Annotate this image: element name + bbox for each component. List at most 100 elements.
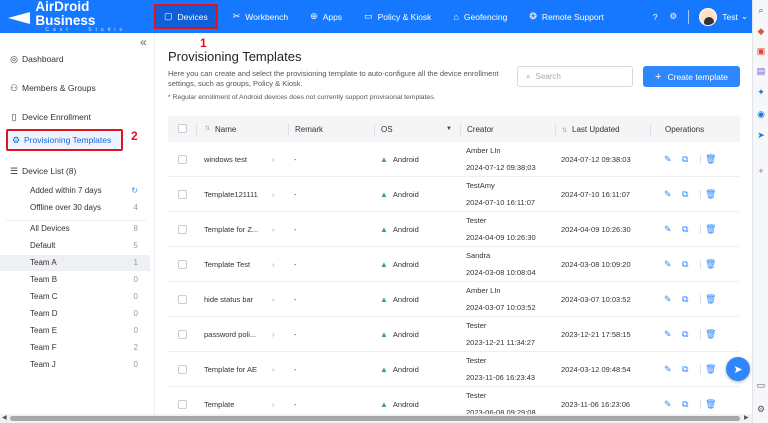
group-all-devices[interactable]: All Devices 8 [0, 221, 150, 237]
delete-icon[interactable]: 🗑 [705, 224, 723, 235]
chevron-down-icon[interactable]: ⌄ [741, 11, 748, 22]
row-checkbox[interactable] [168, 294, 196, 304]
search-input[interactable]: ⌕ Search [517, 66, 633, 87]
row-checkbox[interactable] [168, 329, 196, 339]
chat-fab-button[interactable]: ➤ [726, 357, 750, 381]
row-checkbox[interactable] [168, 364, 196, 374]
copy-icon[interactable]: ⧉ [682, 154, 700, 165]
chevron-right-icon[interactable]: › [272, 365, 275, 374]
sidebar-item-enrollment[interactable]: ▯ Device Enrollment [0, 109, 150, 125]
filter-added-7-days[interactable]: Added within 7 days ↻ [0, 183, 150, 199]
chevron-right-icon[interactable]: › [272, 190, 275, 199]
template-name[interactable]: Template for Z... › [196, 225, 288, 234]
group-team-e[interactable]: Team E 0 [0, 323, 150, 339]
group-team-d[interactable]: Team D 0 [0, 306, 150, 322]
col-last-updated[interactable]: ⇅ Last Updated [555, 123, 650, 135]
outlook-icon[interactable]: ◉ [756, 109, 766, 119]
copy-icon[interactable]: ⧉ [682, 329, 700, 340]
puzzle-icon[interactable]: ✦ [756, 87, 766, 97]
delete-icon[interactable]: 🗑 [705, 329, 723, 340]
tag-icon[interactable]: ◆ [756, 26, 766, 36]
template-name[interactable]: Template for AE › [196, 365, 288, 374]
sidebar-item-device-list[interactable]: ☰ Device List (8) [0, 163, 150, 179]
toolbox-icon[interactable]: ▣ [756, 46, 766, 56]
collapse-icon[interactable]: « [140, 35, 147, 49]
table-row[interactable]: windows test › - ▲ Android Amber LIn 2024-07-1… [168, 142, 740, 177]
col-name[interactable]: ⇅ Name [196, 123, 288, 135]
template-name[interactable]: password poli... › [196, 330, 288, 339]
edit-icon[interactable]: ✎ [664, 154, 682, 165]
scroll-left-icon[interactable]: ◀ [2, 414, 7, 421]
edit-icon[interactable]: ✎ [664, 399, 682, 410]
edit-icon[interactable]: ✎ [664, 329, 682, 340]
row-checkbox[interactable] [168, 189, 196, 199]
table-row[interactable]: password poli... › - ▲ Android Tester 2023-12-… [168, 317, 740, 352]
template-name[interactable]: Template121111 › [196, 190, 288, 199]
logo[interactable]: AirDroid Business Cast · Studio [0, 0, 150, 33]
sidebar-item-provisioning[interactable]: ⚙ Provisioning Templates [6, 129, 123, 151]
edit-icon[interactable]: ✎ [664, 189, 682, 200]
sort-icon[interactable]: ⇅ [562, 128, 567, 134]
nav-workbench[interactable]: ✂ Workbench [222, 0, 299, 33]
user-name[interactable]: Test [722, 12, 738, 22]
edit-icon[interactable]: ✎ [664, 294, 682, 305]
panel-icon[interactable]: ▭ [756, 380, 766, 390]
create-template-button[interactable]: + Create template [643, 66, 740, 87]
table-row[interactable]: Template for Z... › - ▲ Android Tester 2024-04… [168, 212, 740, 247]
row-checkbox[interactable] [168, 154, 196, 164]
template-name[interactable]: hide status bar › [196, 295, 288, 304]
filter-offline-30-days[interactable]: Offline over 30 days 4 [0, 200, 150, 216]
select-all-checkbox[interactable] [168, 123, 196, 135]
group-team-c[interactable]: Team C 0 [0, 289, 150, 305]
template-name[interactable]: Template Test › [196, 260, 288, 269]
delete-icon[interactable]: 🗑 [705, 154, 723, 165]
chevron-right-icon[interactable]: › [272, 225, 275, 234]
row-checkbox[interactable] [168, 259, 196, 269]
chevron-right-icon[interactable]: › [272, 330, 275, 339]
delete-icon[interactable]: 🗑 [705, 364, 723, 375]
copy-icon[interactable]: ⧉ [682, 364, 700, 375]
nav-geofencing[interactable]: ⌂ Geofencing [442, 0, 518, 33]
table-row[interactable]: Template121111 › - ▲ Android TestAmy 2024-07-1… [168, 177, 740, 212]
nav-policy-kiosk[interactable]: ▭ Policy & Kiosk [353, 0, 442, 33]
avatar[interactable] [699, 7, 718, 26]
send-icon[interactable]: ➤ [756, 130, 766, 140]
nav-apps[interactable]: ⊕ Apps [299, 0, 353, 33]
table-row[interactable]: Template for AE › - ▲ Android Tester 2023-11-0… [168, 352, 740, 387]
row-checkbox[interactable] [168, 224, 196, 234]
help-icon[interactable]: ? [646, 12, 664, 22]
office-icon[interactable]: ▤ [756, 66, 766, 76]
add-icon[interactable]: + [756, 166, 766, 176]
search-icon[interactable]: ⌕ [756, 5, 766, 15]
nav-devices[interactable]: ▢ Devices [154, 4, 218, 29]
copy-icon[interactable]: ⧉ [682, 189, 700, 200]
filter-icon[interactable]: ▼ [446, 124, 452, 135]
edit-icon[interactable]: ✎ [664, 224, 682, 235]
group-team-j[interactable]: Team J 0 [0, 357, 150, 373]
chevron-right-icon[interactable]: › [272, 295, 275, 304]
settings-icon[interactable]: ⚙ [664, 11, 682, 22]
delete-icon[interactable]: 🗑 [705, 294, 723, 305]
copy-icon[interactable]: ⧉ [682, 294, 700, 305]
group-team-f[interactable]: Team F 2 [0, 340, 150, 356]
table-row[interactable]: Template › - ▲ Android Tester 2023-06-08 09:29… [168, 387, 740, 414]
copy-icon[interactable]: ⧉ [682, 224, 700, 235]
horizontal-scrollbar[interactable]: ◀ ▶ [0, 414, 752, 423]
copy-icon[interactable]: ⧉ [682, 399, 700, 410]
delete-icon[interactable]: 🗑 [705, 399, 723, 410]
gear-icon[interactable]: ⚙ [756, 404, 766, 414]
chevron-right-icon[interactable]: › [272, 260, 275, 269]
group-team-b[interactable]: Team B 0 [0, 272, 150, 288]
template-name[interactable]: windows test › [196, 155, 288, 164]
group-default[interactable]: Default 5 [0, 238, 150, 254]
chevron-right-icon[interactable]: › [272, 400, 275, 409]
nav-remote-support[interactable]: ❂ Remote Support [518, 0, 614, 33]
table-row[interactable]: hide status bar › - ▲ Android Amber LIn 2024-0… [168, 282, 740, 317]
chevron-right-icon[interactable]: › [272, 155, 275, 164]
template-name[interactable]: Template › [196, 400, 288, 409]
col-os[interactable]: OS ▼ [374, 123, 460, 135]
delete-icon[interactable]: 🗑 [705, 259, 723, 270]
sidebar-item-members[interactable]: ⚇ Members & Groups [0, 80, 150, 96]
edit-icon[interactable]: ✎ [664, 259, 682, 270]
copy-icon[interactable]: ⧉ [682, 259, 700, 270]
